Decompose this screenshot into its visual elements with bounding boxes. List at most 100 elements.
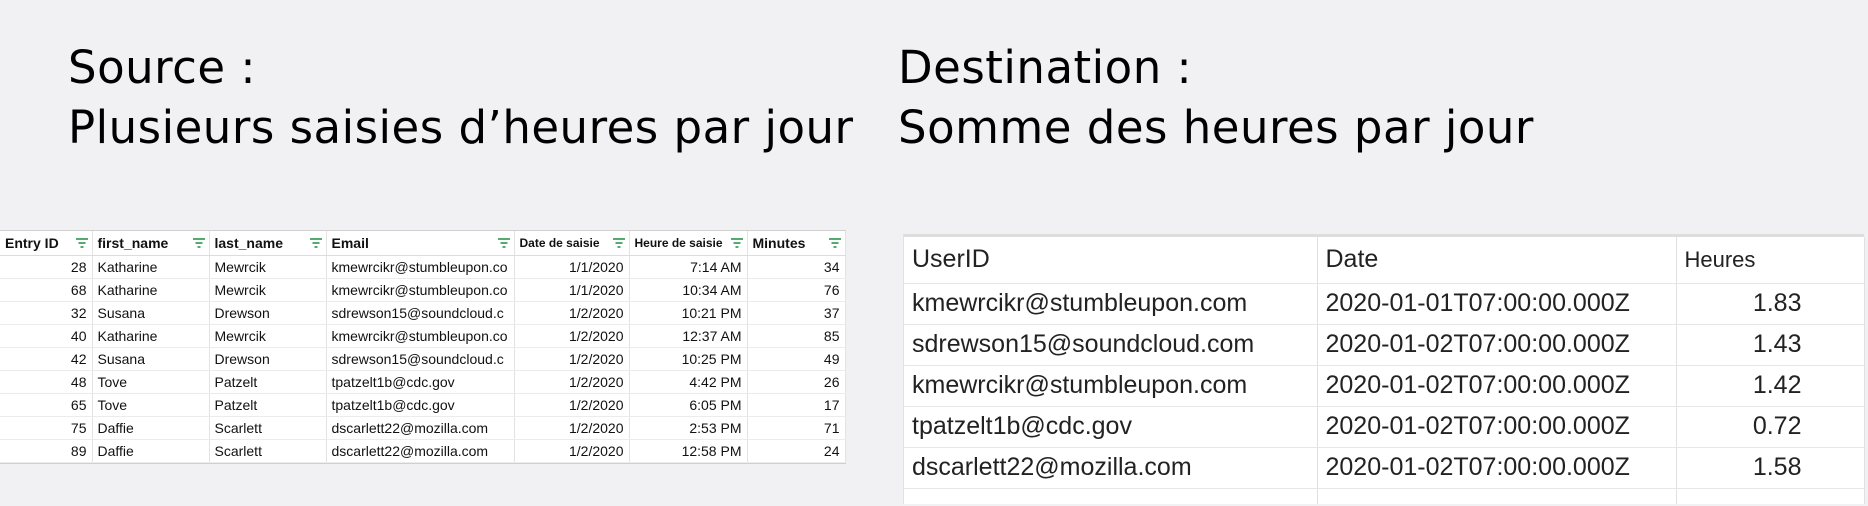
column-header-heure-de-saisie[interactable]: Heure de saisie	[629, 231, 748, 256]
cell-last-name[interactable]: Patzelt	[209, 370, 327, 394]
cell-email[interactable]: kmewrcikr@stumbleupon.co	[326, 255, 515, 279]
cell-heure-de-saisie[interactable]: 12:58 PM	[629, 439, 748, 463]
column-header-last-name[interactable]: last_name	[209, 231, 327, 256]
cell-minutes[interactable]: 49	[747, 347, 846, 371]
cell-email[interactable]: tpatzelt1b@cdc.gov	[326, 393, 515, 417]
column-header-date[interactable]: Date	[1317, 237, 1677, 284]
cell-userid[interactable]: kmewrcikr@stumbleupon.com	[904, 283, 1318, 325]
filter-icon[interactable]	[612, 238, 625, 248]
cell-minutes[interactable]: 76	[747, 278, 846, 302]
cell-userid[interactable]: sdrewson15@soundcloud.com	[904, 324, 1318, 366]
empty-cell[interactable]	[1676, 488, 1865, 504]
cell-entry-id[interactable]: 68	[0, 278, 93, 302]
table-row: kmewrcikr@stumbleupon.com 2020-01-02T07:…	[904, 365, 1865, 407]
cell-date-de-saisie[interactable]: 1/2/2020	[514, 301, 630, 325]
cell-first-name[interactable]: Daffie	[92, 416, 210, 440]
cell-first-name[interactable]: Tove	[92, 370, 210, 394]
cell-date[interactable]: 2020-01-02T07:00:00.000Z	[1317, 447, 1677, 489]
cell-date-de-saisie[interactable]: 1/2/2020	[514, 347, 630, 371]
empty-cell[interactable]	[1317, 488, 1677, 504]
cell-heures[interactable]: 1.58	[1676, 447, 1865, 489]
cell-email[interactable]: sdrewson15@soundcloud.c	[326, 301, 515, 325]
cell-entry-id[interactable]: 40	[0, 324, 93, 348]
column-header-entry-id[interactable]: Entry ID	[0, 231, 93, 256]
cell-first-name[interactable]: Susana	[92, 347, 210, 371]
cell-heures[interactable]: 1.43	[1676, 324, 1865, 366]
cell-first-name[interactable]: Katharine	[92, 255, 210, 279]
cell-heure-de-saisie[interactable]: 7:14 AM	[629, 255, 748, 279]
cell-email[interactable]: dscarlett22@mozilla.com	[326, 439, 515, 463]
cell-heures[interactable]: 1.83	[1676, 283, 1865, 325]
cell-date[interactable]: 2020-01-02T07:00:00.000Z	[1317, 406, 1677, 448]
cell-entry-id[interactable]: 89	[0, 439, 93, 463]
cell-last-name[interactable]: Mewrcik	[209, 255, 327, 279]
cell-heures[interactable]: 0.72	[1676, 406, 1865, 448]
filter-icon[interactable]	[309, 238, 322, 248]
cell-minutes[interactable]: 85	[747, 324, 846, 348]
cell-first-name[interactable]: Susana	[92, 301, 210, 325]
cell-last-name[interactable]: Drewson	[209, 301, 327, 325]
cell-first-name[interactable]: Daffie	[92, 439, 210, 463]
filter-icon[interactable]	[730, 238, 743, 248]
cell-last-name[interactable]: Drewson	[209, 347, 327, 371]
cell-email[interactable]: dscarlett22@mozilla.com	[326, 416, 515, 440]
cell-first-name[interactable]: Katharine	[92, 278, 210, 302]
cell-date-de-saisie[interactable]: 1/2/2020	[514, 324, 630, 348]
cell-date-de-saisie[interactable]: 1/2/2020	[514, 393, 630, 417]
filter-icon[interactable]	[192, 238, 205, 248]
cell-email[interactable]: sdrewson15@soundcloud.c	[326, 347, 515, 371]
cell-email[interactable]: tpatzelt1b@cdc.gov	[326, 370, 515, 394]
cell-minutes[interactable]: 71	[747, 416, 846, 440]
cell-last-name[interactable]: Patzelt	[209, 393, 327, 417]
cell-entry-id[interactable]: 48	[0, 370, 93, 394]
column-header-date-de-saisie[interactable]: Date de saisie	[514, 231, 630, 256]
cell-entry-id[interactable]: 75	[0, 416, 93, 440]
cell-date-de-saisie[interactable]: 1/2/2020	[514, 416, 630, 440]
cell-last-name[interactable]: Mewrcik	[209, 278, 327, 302]
cell-email[interactable]: kmewrcikr@stumbleupon.co	[326, 278, 515, 302]
cell-minutes[interactable]: 26	[747, 370, 846, 394]
cell-minutes[interactable]: 24	[747, 439, 846, 463]
cell-heure-de-saisie[interactable]: 10:21 PM	[629, 301, 748, 325]
cell-entry-id[interactable]: 42	[0, 347, 93, 371]
cell-heure-de-saisie[interactable]: 10:34 AM	[629, 278, 748, 302]
column-header-email[interactable]: Email	[326, 231, 515, 256]
filter-icon[interactable]	[828, 238, 841, 248]
cell-entry-id[interactable]: 32	[0, 301, 93, 325]
cell-entry-id[interactable]: 65	[0, 393, 93, 417]
cell-minutes[interactable]: 37	[747, 301, 846, 325]
empty-cell[interactable]	[904, 488, 1318, 504]
cell-date-de-saisie[interactable]: 1/2/2020	[514, 439, 630, 463]
cell-date-de-saisie[interactable]: 1/2/2020	[514, 370, 630, 394]
cell-minutes[interactable]: 34	[747, 255, 846, 279]
cell-heure-de-saisie[interactable]: 2:53 PM	[629, 416, 748, 440]
cell-last-name[interactable]: Scarlett	[209, 439, 327, 463]
column-header-heures[interactable]: Heures	[1676, 237, 1865, 284]
cell-heure-de-saisie[interactable]: 6:05 PM	[629, 393, 748, 417]
cell-heure-de-saisie[interactable]: 12:37 AM	[629, 324, 748, 348]
cell-userid[interactable]: kmewrcikr@stumbleupon.com	[904, 365, 1318, 407]
column-header-first-name[interactable]: first_name	[92, 231, 210, 256]
column-header-minutes[interactable]: Minutes	[747, 231, 846, 256]
cell-last-name[interactable]: Mewrcik	[209, 324, 327, 348]
cell-date-de-saisie[interactable]: 1/1/2020	[514, 255, 630, 279]
cell-date[interactable]: 2020-01-02T07:00:00.000Z	[1317, 365, 1677, 407]
cell-userid[interactable]: dscarlett22@mozilla.com	[904, 447, 1318, 489]
cell-heures[interactable]: 1.42	[1676, 365, 1865, 407]
filter-icon[interactable]	[75, 238, 88, 248]
cell-date[interactable]: 2020-01-01T07:00:00.000Z	[1317, 283, 1677, 325]
cell-minutes[interactable]: 17	[747, 393, 846, 417]
cell-first-name[interactable]: Katharine	[92, 324, 210, 348]
cell-date[interactable]: 2020-01-02T07:00:00.000Z	[1317, 324, 1677, 366]
cell-last-name[interactable]: Scarlett	[209, 416, 327, 440]
cell-userid[interactable]: tpatzelt1b@cdc.gov	[904, 406, 1318, 448]
cell-first-name[interactable]: Tove	[92, 393, 210, 417]
cell-email[interactable]: kmewrcikr@stumbleupon.co	[326, 324, 515, 348]
column-header-userid[interactable]: UserID	[904, 237, 1318, 284]
cell-heure-de-saisie[interactable]: 10:25 PM	[629, 347, 748, 371]
cell-date-de-saisie[interactable]: 1/1/2020	[514, 278, 630, 302]
cell-heure-de-saisie[interactable]: 4:42 PM	[629, 370, 748, 394]
cell-entry-id[interactable]: 28	[0, 255, 93, 279]
table-row: tpatzelt1b@cdc.gov 2020-01-02T07:00:00.0…	[904, 406, 1865, 448]
filter-icon[interactable]	[497, 238, 510, 248]
